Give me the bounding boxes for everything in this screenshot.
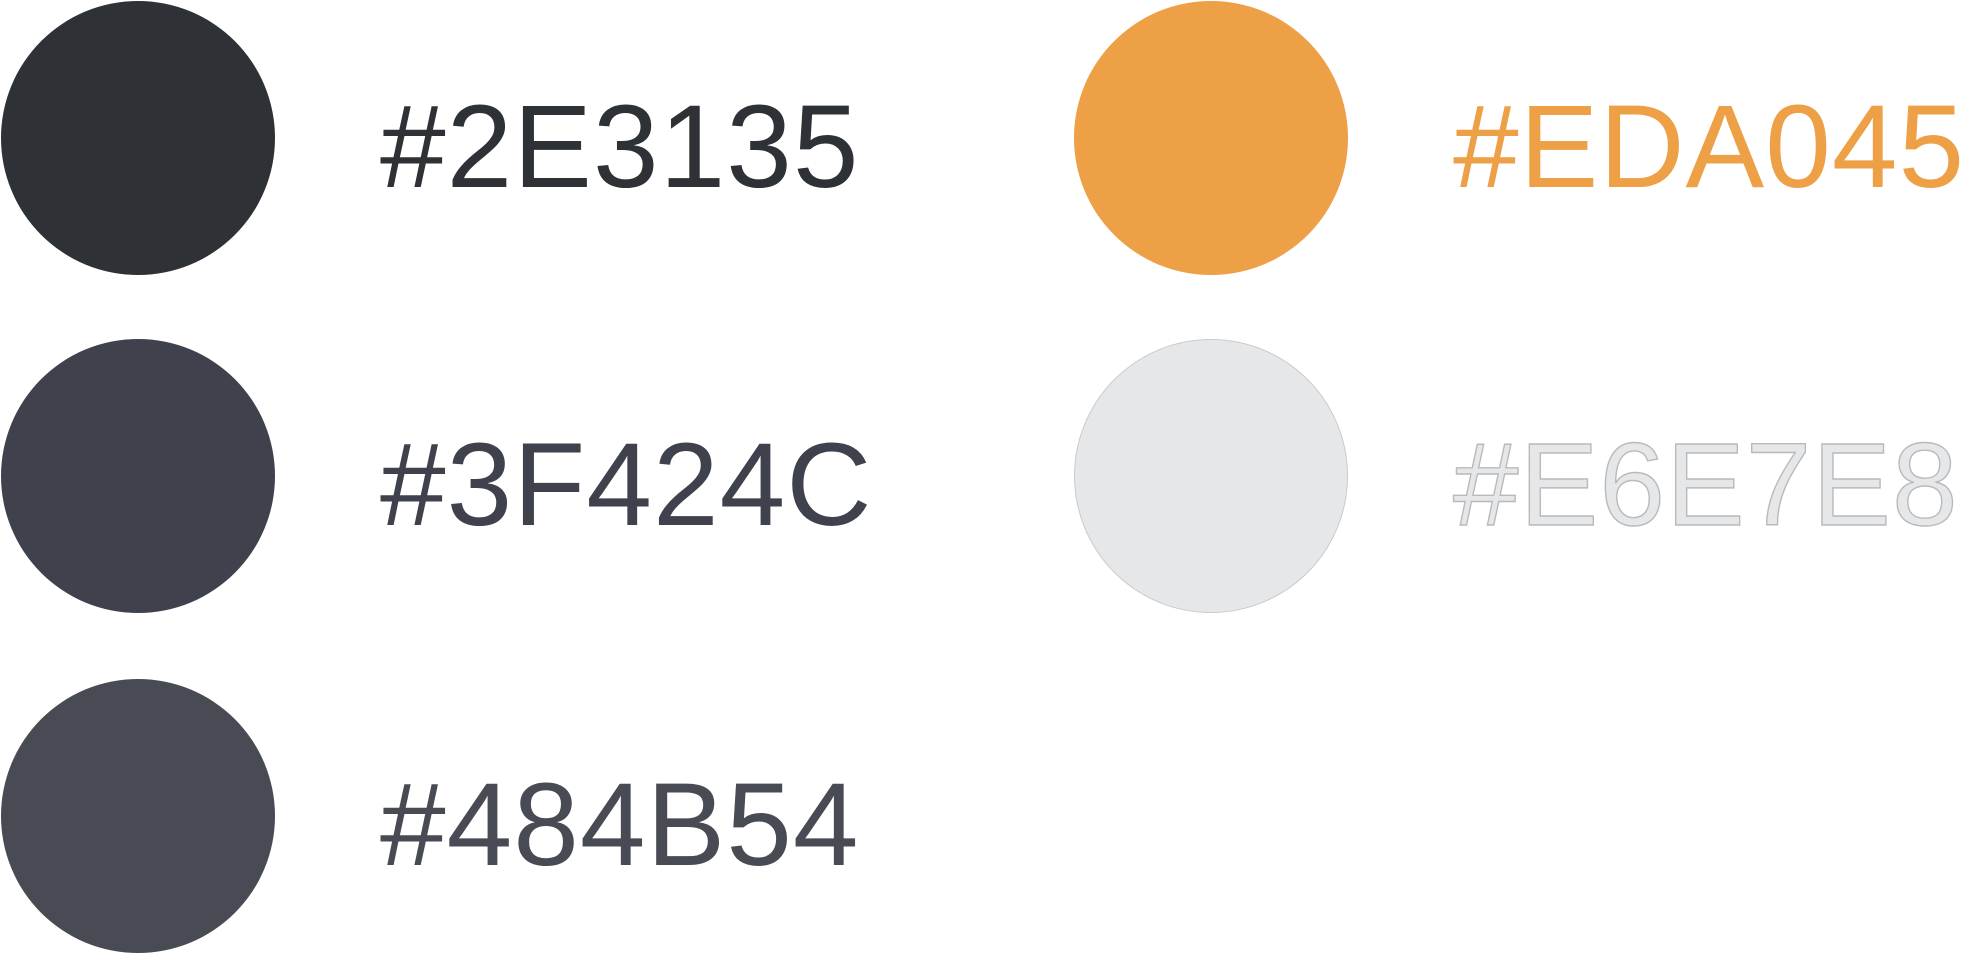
color-swatch-circle-eda045	[1074, 1, 1348, 275]
color-swatch-circle-3f424c	[1, 339, 275, 613]
color-hex-label-484b54: #484B54	[380, 759, 860, 891]
color-swatch-circle-2e3135	[1, 1, 275, 275]
color-swatch-circle-e6e7e8	[1074, 339, 1348, 613]
color-hex-label-e6e7e8: #E6E7E8	[1452, 419, 1959, 551]
color-hex-label-eda045: #EDA045	[1453, 81, 1966, 213]
color-swatch-circle-484b54	[1, 679, 275, 953]
color-hex-label-3f424c: #3F424C	[380, 419, 873, 551]
color-hex-label-2e3135: #2E3135	[380, 81, 860, 213]
